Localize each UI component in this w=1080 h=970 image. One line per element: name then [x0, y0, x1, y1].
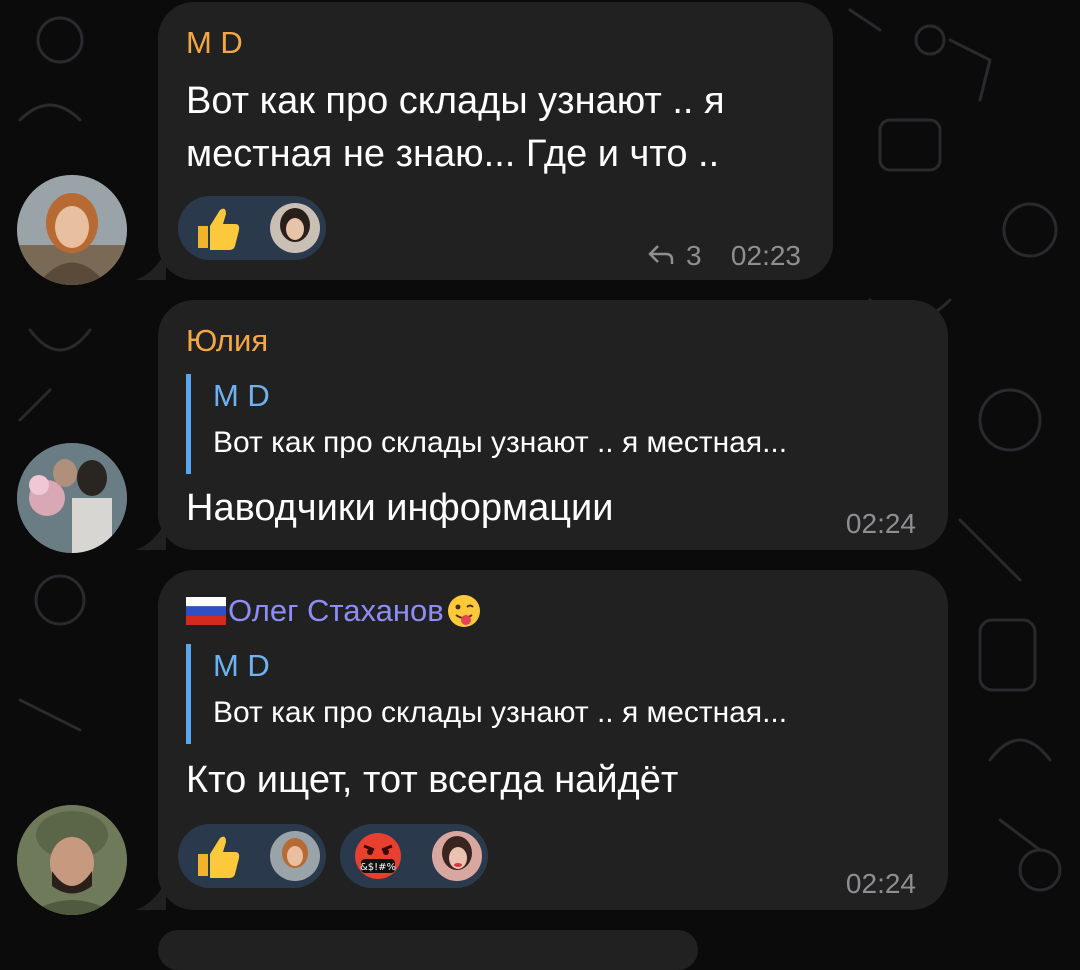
- thumbs-up-icon: [198, 836, 240, 878]
- sender-name: Олег Стаханов: [228, 593, 444, 628]
- message-text-line2: местная не знаю... Где и что ..: [186, 133, 720, 175]
- message-time: 02:24: [845, 508, 916, 539]
- reply-quote-text: Вот как про склады узнают .. я местная..…: [213, 696, 788, 729]
- reaction-thumbs-up[interactable]: [178, 196, 326, 260]
- reply-quote[interactable]: M D Вот как про склады узнают .. я местн…: [186, 644, 787, 744]
- reply-quote-text: Вот как про склады узнают .. я местная..…: [213, 426, 788, 459]
- message-text: Наводчики информации: [186, 487, 614, 529]
- message-time: 02:24: [845, 868, 916, 899]
- reply-quote-name: M D: [213, 378, 270, 413]
- message-text: Кто ищет, тот всегда найдёт: [186, 759, 679, 801]
- reply-arrow-icon[interactable]: [646, 242, 676, 268]
- reply-quote[interactable]: M D Вот как про склады узнают .. я местн…: [186, 374, 787, 474]
- winking-tongue-emoji-icon: [447, 595, 480, 627]
- sender-name-row[interactable]: Олег Стаханов: [186, 592, 482, 630]
- replies-count[interactable]: 3: [686, 240, 702, 272]
- bubble-tail: [136, 250, 166, 280]
- russia-flag-icon: [186, 597, 226, 625]
- next-message-bubble-partial[interactable]: [158, 930, 698, 970]
- bubble-tail: [136, 880, 166, 910]
- reactor-avatar: [270, 831, 320, 881]
- reactor-avatar: [432, 831, 482, 881]
- sender-name[interactable]: M D: [186, 24, 243, 62]
- reaction-swearing-face[interactable]: &$!#%: [340, 824, 488, 888]
- swearing-symbols: &$!#%: [360, 862, 396, 873]
- message-bubble-yulia[interactable]: Юлия M D Вот как про склады узнают .. я …: [136, 300, 948, 550]
- sender-name[interactable]: Юлия: [186, 322, 268, 360]
- avatar-oleg[interactable]: [17, 805, 127, 915]
- message-text-line1: Вот как про склады узнают .. я: [186, 80, 725, 122]
- reactor-avatar: [270, 203, 320, 253]
- message-time: 02:23: [730, 240, 801, 271]
- reply-quote-name: M D: [213, 648, 270, 683]
- reaction-thumbs-up[interactable]: [178, 824, 326, 888]
- avatar-md[interactable]: [17, 175, 127, 285]
- message-bubble-md[interactable]: M D Вот как про склады узнают .. я местн…: [136, 2, 833, 280]
- thumbs-up-icon: [198, 208, 240, 250]
- message-bubble-oleg[interactable]: Олег Стаханов M D Вот как про склады узн…: [136, 570, 948, 910]
- bubble-tail: [136, 520, 166, 550]
- swearing-face-icon: &$!#%: [355, 833, 401, 879]
- avatar-yulia[interactable]: [17, 443, 127, 553]
